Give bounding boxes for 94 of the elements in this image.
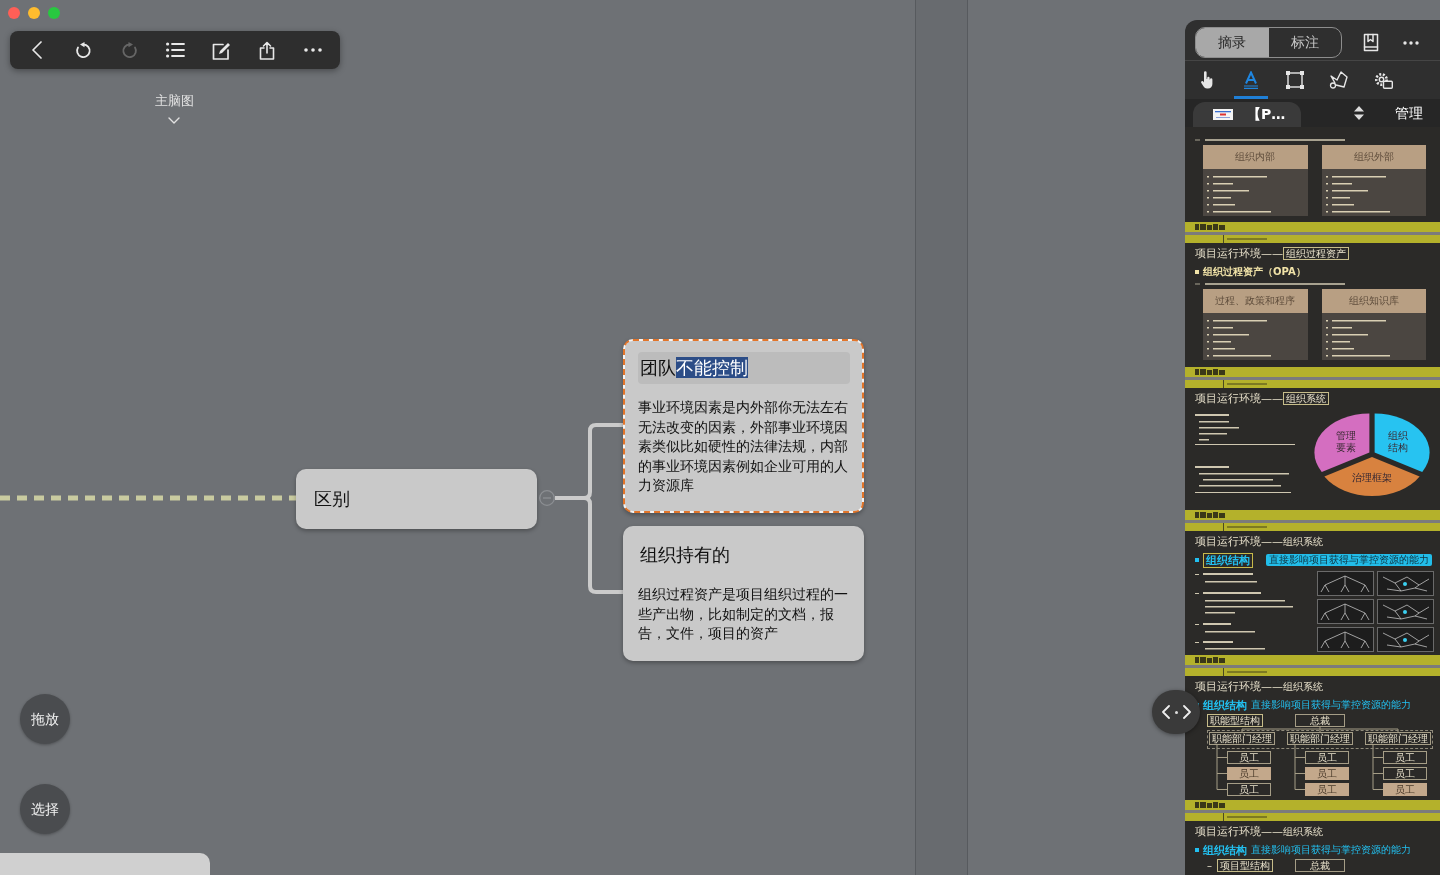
mode-button[interactable]: 拖放: [20, 694, 70, 744]
slice-label: 组织结构: [1388, 429, 1409, 454]
org-chart-node: 总裁: [1295, 714, 1345, 727]
org-diagram-drawing: [1377, 627, 1434, 652]
slice-label: 管理要素: [1335, 429, 1356, 454]
slide-bullet-heading: 组织过程资产（OPA）: [1203, 266, 1306, 278]
org-diagram-drawing: [1377, 599, 1434, 624]
slide-heading: 项目运行环境——: [1195, 824, 1283, 838]
segment-tab[interactable]: 标注: [1268, 28, 1341, 57]
slice-label: 治理框架: [1352, 472, 1392, 485]
bullet-lines-drawing: [1207, 174, 1273, 213]
lasso-icon[interactable]: [1329, 71, 1349, 89]
category-header: 过程、政策和程序: [1203, 289, 1308, 313]
org-chart-node: 员工: [1227, 783, 1271, 796]
category-header: 组织外部: [1321, 145, 1426, 169]
collapse-toggle-icon[interactable]: [539, 490, 555, 506]
slide-bullet-heading: 组织结构: [1203, 843, 1247, 857]
org-chart-node: 员工: [1227, 767, 1271, 780]
org-chart-node: 总裁: [1295, 859, 1345, 872]
org-chart-node: 员工: [1227, 751, 1271, 764]
mindmap-node[interactable]: 区别: [296, 469, 537, 529]
slide-bullet-heading: 组织结构: [1203, 552, 1253, 568]
slide-tag: 组织系统: [1283, 680, 1323, 692]
more-icon[interactable]: [1403, 40, 1419, 45]
mindmap-node[interactable]: 组织持有的 组织过程资产是项目组织过程的一些产出物，比如制定的文档，报告，文件，项目的资产: [623, 526, 864, 661]
mindmap-node[interactable]: [0, 853, 210, 875]
org-diagram-drawing: [1377, 571, 1434, 596]
category-header: 组织知识库: [1321, 289, 1426, 313]
org-chart-node: 员工: [1305, 751, 1349, 764]
category-header: 组织内部: [1203, 145, 1308, 169]
share-icon[interactable]: [259, 40, 275, 60]
edit-icon[interactable]: [211, 40, 231, 60]
org-chart-node: 员工: [1305, 783, 1349, 796]
node-note: 组织过程资产是项目组织过程的一些产出物，比如制定的文档，报告，文件，项目的资产: [638, 585, 849, 643]
list-icon[interactable]: [165, 42, 185, 58]
bullet-lines-drawing: [1325, 318, 1392, 357]
org-diagram-drawing: [1317, 627, 1374, 652]
dot-icon: [1174, 710, 1178, 714]
structure-tag: 项目型结构: [1217, 859, 1273, 872]
document-tab[interactable]: 【P…: [1193, 102, 1301, 127]
map-title-dropdown[interactable]: 主脑图: [134, 92, 214, 124]
org-chart-node: 员工: [1383, 751, 1427, 764]
slide-heading: 项目运行环境——: [1195, 391, 1283, 405]
org-chart-node: 员工: [1305, 767, 1349, 780]
sort-icon[interactable]: [1354, 106, 1364, 120]
slide-tag: 组织过程资产: [1283, 246, 1349, 260]
chevron-down-icon[interactable]: [168, 117, 180, 124]
logo-drawing: [1195, 369, 1225, 375]
logo-drawing: [1195, 657, 1225, 663]
undo-icon[interactable]: [74, 41, 92, 59]
org-diagram-drawing: [1317, 571, 1374, 596]
list-dash: –: [1207, 859, 1212, 872]
back-icon[interactable]: [32, 41, 42, 59]
slide-note: 直接影响项目获得与掌控资源的能力: [1251, 699, 1411, 711]
chevron-left-icon[interactable]: [1161, 705, 1170, 719]
book-icon[interactable]: [1363, 33, 1379, 52]
slide-tag: 组织系统: [1283, 391, 1329, 405]
logo-drawing: [1195, 512, 1225, 518]
page-nav-handle[interactable]: [1152, 690, 1200, 734]
text-highlight-icon[interactable]: [1243, 71, 1259, 89]
node-note: 事业环境因素是内外部你无法左右无法改变的因素，外部事业环境因素类似比如硬性的法律法规，内部的事业环境因素例如企业可用的人力资源库: [638, 398, 849, 495]
slide-note: 直接影响项目获得与掌控资源的能力: [1251, 844, 1411, 856]
org-chart-node: 职能部门经理: [1209, 732, 1275, 745]
slide-bullet-heading: 组织结构: [1203, 698, 1247, 712]
hand-pointer-icon[interactable]: [1200, 71, 1214, 89]
org-chart-node: 职能部门经理: [1365, 732, 1431, 745]
slide-heading: 项目运行环境——: [1195, 679, 1283, 693]
slide-tag: 组织系统: [1283, 535, 1323, 547]
slide-tag: 组织系统: [1283, 825, 1323, 837]
title-field[interactable]: 团队不能控制: [638, 352, 850, 384]
callout-note: 直接影响项目获得与掌控资源的能力: [1266, 554, 1432, 566]
org-diagram-drawing: [1317, 599, 1374, 624]
text-selection[interactable]: 不能控制: [676, 357, 748, 378]
org-chart-node: 职能部门经理: [1287, 732, 1353, 745]
slide-heading: 项目运行环境——: [1195, 534, 1283, 548]
slide-heading: 项目运行环境——: [1195, 246, 1283, 260]
settings-icon[interactable]: [1373, 71, 1393, 89]
logo-drawing: [1195, 802, 1225, 808]
chevron-right-icon[interactable]: [1182, 705, 1191, 719]
logo-drawing: [1195, 224, 1225, 230]
structure-tag: 职能型结构: [1207, 714, 1263, 727]
bullet-lines-drawing: [1207, 318, 1273, 357]
org-chart-node: 员工: [1383, 767, 1427, 780]
mode-button[interactable]: 选择: [20, 784, 70, 834]
document-thumbnail-icon: [1213, 109, 1233, 120]
mindmap-node[interactable]: 团队不能控制 事业环境因素是内外部你无法左右无法改变的因素，外部事业环境因素类似比如硬性的法律法规，内部的事业环境因素例如企业可用的人力资源库: [623, 339, 864, 513]
more-icon[interactable]: [304, 48, 322, 52]
org-chart-node: 员工: [1383, 783, 1427, 796]
segment-tab[interactable]: 摘录: [1196, 28, 1269, 57]
rectangle-select-icon[interactable]: [1286, 71, 1304, 89]
node-title: 组织持有的: [639, 543, 731, 567]
window-minimize-icon[interactable]: [28, 7, 40, 19]
bullet-lines-drawing: [1325, 174, 1392, 213]
manage-button[interactable]: 管理: [1395, 104, 1423, 122]
